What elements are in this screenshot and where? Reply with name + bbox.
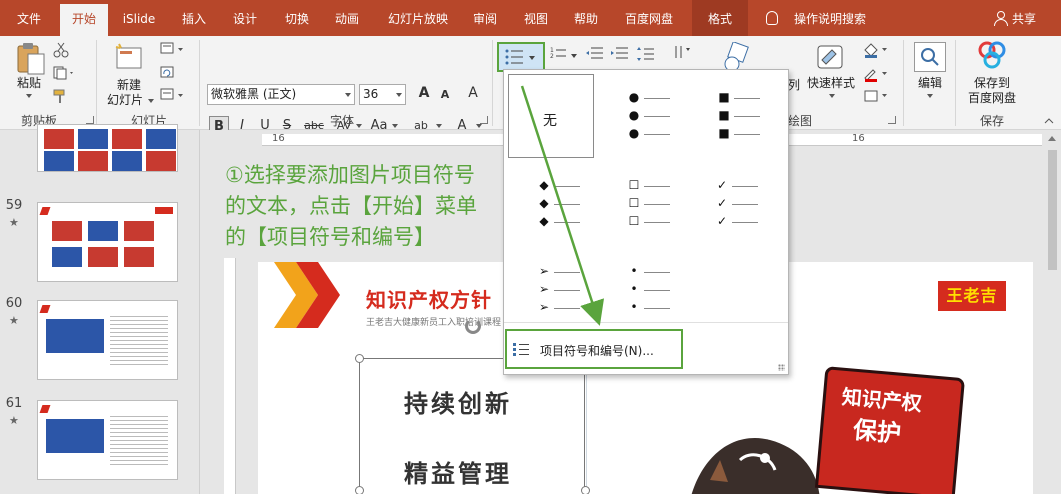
annotation-arrow-icon (520, 85, 605, 326)
